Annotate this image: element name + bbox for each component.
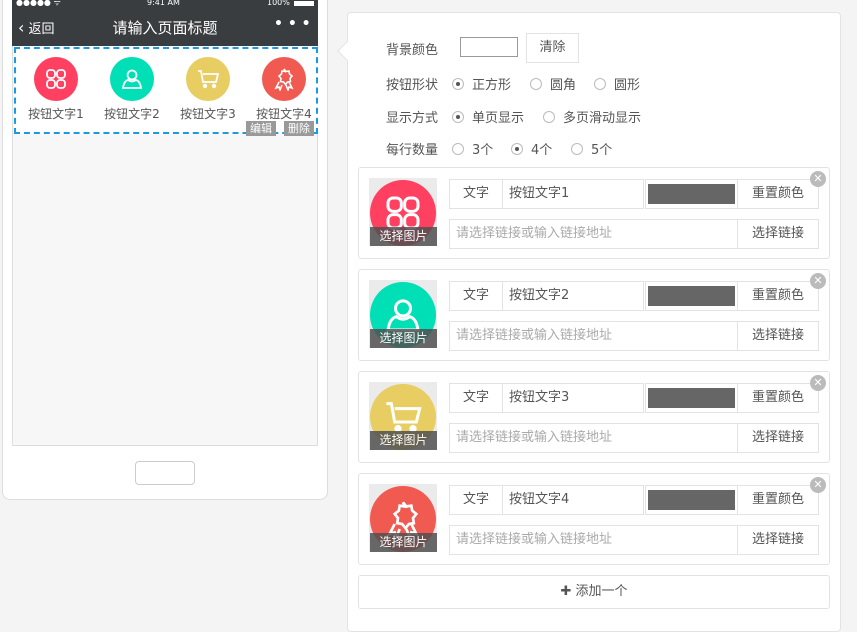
item-card: 选择图片 文字 按钮文字4 重置颜色 请选择链接或输入链接地址 选择链接 ✕ [358, 473, 830, 565]
text-input[interactable]: 按钮文字3 [502, 383, 644, 413]
home-button[interactable] [135, 461, 195, 485]
shape-label: 按钮形状 [385, 78, 438, 93]
close-icon[interactable]: ✕ [810, 273, 826, 289]
text-input[interactable]: 按钮文字4 [502, 485, 644, 515]
radio-icon [571, 143, 583, 155]
edit-button[interactable]: 编辑 [246, 121, 276, 136]
nav-buttons-component[interactable]: 按钮文字1 按钮文字2 按钮文字3 按钮文字4 编辑 删除 [14, 47, 318, 136]
user-icon [110, 57, 154, 101]
nav-item-label: 按钮文字4 [256, 107, 312, 121]
reset-color-button[interactable]: 重置颜色 [737, 179, 819, 209]
clear-button[interactable]: 清除 [526, 33, 579, 63]
cart-icon [186, 57, 230, 101]
nav-bar: ‹ 返回 请输入页面标题 • • • [12, 7, 318, 46]
choose-link-button[interactable]: 选择链接 [737, 321, 819, 351]
radio-multi-page[interactable]: 多页滑动显示 [543, 107, 641, 126]
close-icon[interactable]: ✕ [810, 375, 826, 391]
display-label: 显示方式 [385, 111, 438, 126]
reset-color-button[interactable]: 重置颜色 [737, 485, 819, 515]
text-label: 文字 [449, 281, 503, 311]
image-picker[interactable]: 选择图片 [369, 484, 437, 552]
text-input[interactable]: 按钮文字1 [502, 179, 644, 209]
close-icon[interactable]: ✕ [810, 171, 826, 187]
item-card: 选择图片 文字 按钮文字2 重置颜色 请选择链接或输入链接地址 选择链接 ✕ [358, 269, 830, 361]
nav-item-label: 按钮文字2 [104, 107, 160, 121]
color-picker[interactable] [645, 179, 738, 209]
nav-item[interactable]: 按钮文字2 [94, 57, 170, 122]
signal-icon: ●●●●● ᯤ [16, 0, 61, 7]
nav-item[interactable]: 按钮文字1 [18, 57, 94, 122]
close-icon[interactable]: ✕ [810, 477, 826, 493]
color-picker[interactable] [645, 485, 738, 515]
radio-3[interactable]: 3个 [452, 139, 493, 158]
battery-icon [294, 1, 314, 6]
choose-image-button[interactable]: 选择图片 [370, 431, 437, 450]
text-input[interactable]: 按钮文字2 [502, 281, 644, 311]
image-picker[interactable]: 选择图片 [369, 178, 437, 246]
choose-link-button[interactable]: 选择链接 [737, 423, 819, 453]
color-picker[interactable] [645, 383, 738, 413]
radio-icon [452, 143, 464, 155]
image-picker[interactable]: 选择图片 [369, 280, 437, 348]
radio-square[interactable]: 正方形 [452, 74, 511, 93]
bg-color-label: 背景颜色 [385, 43, 438, 58]
link-input[interactable]: 请选择链接或输入链接地址 [449, 321, 738, 351]
radio-rounded[interactable]: 圆角 [530, 74, 576, 93]
reset-color-button[interactable]: 重置颜色 [737, 281, 819, 311]
delete-button[interactable]: 删除 [284, 121, 314, 136]
choose-image-button[interactable]: 选择图片 [370, 533, 437, 552]
image-picker[interactable]: 选择图片 [369, 382, 437, 450]
item-card: 选择图片 文字 按钮文字3 重置颜色 请选择链接或输入链接地址 选择链接 ✕ [358, 371, 830, 463]
award-icon [262, 57, 306, 101]
radio-icon [530, 78, 542, 90]
item-card: 选择图片 文字 按钮文字1 重置颜色 请选择链接或输入链接地址 选择链接 ✕ [358, 167, 830, 259]
radio-icon [543, 111, 555, 123]
page-title: 请输入页面标题 [112, 19, 218, 37]
color-swatch [648, 490, 735, 510]
reset-color-button[interactable]: 重置颜色 [737, 383, 819, 413]
radio-5[interactable]: 5个 [571, 139, 612, 158]
choose-image-button[interactable]: 选择图片 [370, 329, 437, 348]
nav-item-label: 按钮文字3 [180, 107, 236, 121]
radio-4[interactable]: 4个 [511, 139, 552, 158]
text-label: 文字 [449, 383, 503, 413]
radio-icon [594, 78, 606, 90]
radio-icon [511, 143, 523, 155]
choose-link-button[interactable]: 选择链接 [737, 525, 819, 555]
text-label: 文字 [449, 179, 503, 209]
choose-link-button[interactable]: 选择链接 [737, 219, 819, 249]
radio-circle[interactable]: 圆形 [594, 74, 640, 93]
color-swatch [648, 388, 735, 408]
link-input[interactable]: 请选择链接或输入链接地址 [449, 423, 738, 453]
radio-icon [452, 111, 464, 123]
radio-single-page[interactable]: 单页显示 [452, 107, 524, 126]
grid-icon [34, 57, 78, 101]
bg-color-picker[interactable] [460, 37, 518, 57]
color-swatch [648, 286, 735, 306]
color-swatch [648, 184, 735, 204]
more-icon[interactable]: • • • [274, 16, 311, 32]
nav-item-label: 按钮文字1 [28, 107, 84, 121]
text-label: 文字 [449, 485, 503, 515]
link-input[interactable]: 请选择链接或输入链接地址 [449, 525, 738, 555]
link-input[interactable]: 请选择链接或输入链接地址 [449, 219, 738, 249]
choose-image-button[interactable]: 选择图片 [370, 227, 437, 246]
color-picker[interactable] [645, 281, 738, 311]
status-time: 9:41 AM [147, 0, 180, 7]
battery-text: 100% [267, 0, 290, 7]
add-item-button[interactable]: ✚ 添加一个 [358, 575, 830, 609]
nav-item[interactable]: 按钮文字4 [246, 57, 322, 122]
nav-item[interactable]: 按钮文字3 [170, 57, 246, 122]
per-row-label: 每行数量 [385, 143, 438, 158]
radio-icon [452, 78, 464, 90]
